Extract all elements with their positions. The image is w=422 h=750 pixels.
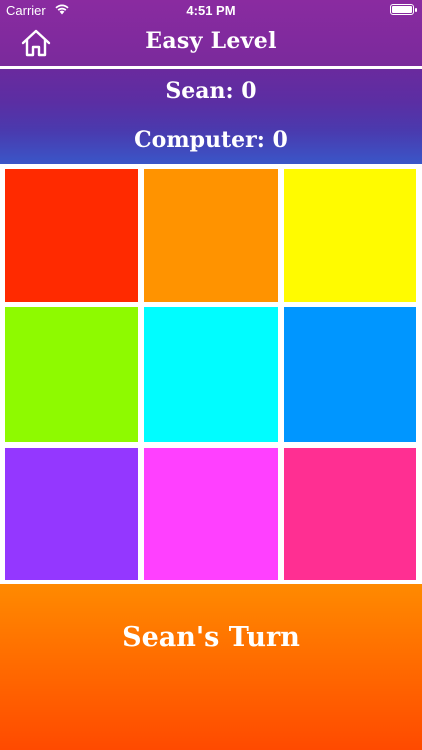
board-cell[interactable] bbox=[284, 307, 416, 442]
game-board bbox=[0, 164, 422, 584]
board-cell[interactable] bbox=[144, 448, 278, 580]
board-cell[interactable] bbox=[5, 307, 138, 442]
clock: 4:51 PM bbox=[186, 3, 236, 18]
board-cell[interactable] bbox=[5, 448, 138, 580]
board-cell[interactable] bbox=[284, 448, 416, 580]
battery-icon bbox=[390, 4, 417, 15]
status-bar: Carrier 4:51 PM bbox=[0, 0, 422, 22]
computer-score: Computer: 0 bbox=[134, 127, 288, 153]
page-title: Easy Level bbox=[145, 28, 277, 54]
board-cell[interactable] bbox=[284, 169, 416, 302]
player-score: Sean: 0 bbox=[165, 78, 257, 104]
board-cell[interactable] bbox=[144, 169, 278, 302]
top-bar: Carrier 4:51 PM Easy Level bbox=[0, 0, 422, 66]
board-cell[interactable] bbox=[5, 169, 138, 302]
turn-label: Sean's Turn bbox=[122, 622, 300, 653]
board-cell[interactable] bbox=[144, 307, 278, 442]
turn-banner bbox=[0, 584, 422, 750]
